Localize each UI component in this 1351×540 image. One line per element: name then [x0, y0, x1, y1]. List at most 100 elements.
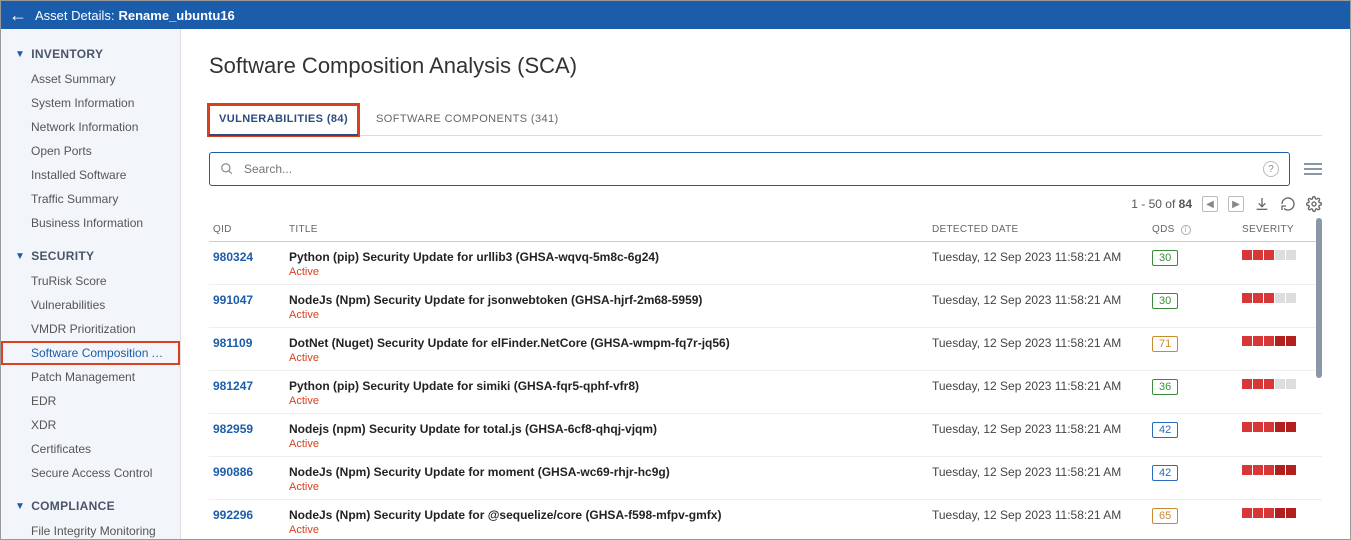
row-status: Active: [289, 395, 932, 407]
col-title[interactable]: TITLE: [289, 224, 932, 235]
severity-bars: [1242, 293, 1322, 303]
table-row[interactable]: 980324Python (pip) Security Update for u…: [209, 242, 1322, 285]
qds-badge: 42: [1152, 422, 1178, 438]
row-date: Tuesday, 12 Sep 2023 11:58:21 AM: [932, 508, 1152, 522]
row-title: NodeJs (Npm) Security Update for jsonweb…: [289, 293, 932, 321]
row-qds: 42: [1152, 465, 1242, 481]
sidebar-item[interactable]: Certificates: [1, 437, 180, 461]
header-bar: ← Asset Details: Rename_ubuntu16: [1, 1, 1350, 29]
sidebar-item[interactable]: Patch Management: [1, 365, 180, 389]
sidebar-item[interactable]: VMDR Prioritization: [1, 317, 180, 341]
col-date[interactable]: DETECTED DATE: [932, 224, 1152, 235]
info-icon[interactable]: i: [1181, 225, 1191, 235]
sidebar-item[interactable]: System Information: [1, 91, 180, 115]
page-title: Software Composition Analysis (SCA): [209, 53, 1322, 79]
toolbar: 1 - 50 of 84 ◀ ▶: [209, 196, 1322, 212]
scrollbar[interactable]: [1316, 218, 1322, 378]
sidebar-item[interactable]: Business Information: [1, 211, 180, 235]
main-content: Software Composition Analysis (SCA) VULN…: [181, 29, 1350, 539]
row-date: Tuesday, 12 Sep 2023 11:58:21 AM: [932, 336, 1152, 350]
hamburger-icon[interactable]: [1304, 162, 1322, 176]
sidebar-item[interactable]: Asset Summary: [1, 67, 180, 91]
sidebar: ▼INVENTORYAsset SummarySystem Informatio…: [1, 29, 181, 539]
chevron-down-icon: ▼: [15, 49, 25, 60]
row-title-text: NodeJs (Npm) Security Update for @sequel…: [289, 508, 932, 522]
row-title: DotNet (Nuget) Security Update for elFin…: [289, 336, 932, 364]
search-icon: [220, 162, 234, 176]
sidebar-item[interactable]: Software Composition Analy...: [1, 341, 180, 365]
sidebar-item[interactable]: Traffic Summary: [1, 187, 180, 211]
sidebar-item[interactable]: File Integrity Monitoring: [1, 519, 180, 539]
table-row[interactable]: 982959Nodejs (npm) Security Update for t…: [209, 414, 1322, 457]
row-status: Active: [289, 266, 932, 278]
row-qds: 30: [1152, 250, 1242, 266]
severity-bars: [1242, 465, 1322, 475]
qid-link[interactable]: 992296: [209, 508, 289, 522]
table-row[interactable]: 981247Python (pip) Security Update for s…: [209, 371, 1322, 414]
row-date: Tuesday, 12 Sep 2023 11:58:21 AM: [932, 379, 1152, 393]
row-title: NodeJs (Npm) Security Update for moment …: [289, 465, 932, 493]
qds-badge: 42: [1152, 465, 1178, 481]
sidebar-section-security[interactable]: ▼SECURITY: [1, 243, 180, 269]
row-qds: 42: [1152, 422, 1242, 438]
qid-link[interactable]: 990886: [209, 465, 289, 479]
col-qid[interactable]: QID: [209, 224, 289, 235]
table-row[interactable]: 991047NodeJs (Npm) Security Update for j…: [209, 285, 1322, 328]
qds-badge: 71: [1152, 336, 1178, 352]
tab[interactable]: VULNERABILITIES (84): [209, 105, 358, 135]
sidebar-item[interactable]: EDR: [1, 389, 180, 413]
qid-link[interactable]: 991047: [209, 293, 289, 307]
col-severity[interactable]: SEVERITY: [1242, 224, 1322, 235]
header-label: Asset Details:: [35, 8, 114, 23]
severity-bars: [1242, 422, 1322, 432]
sidebar-section-inventory[interactable]: ▼INVENTORY: [1, 41, 180, 67]
row-title-text: Nodejs (npm) Security Update for total.j…: [289, 422, 932, 436]
severity-bars: [1242, 250, 1322, 260]
table-header: QID TITLE DETECTED DATE QDSi SEVERITY: [209, 218, 1322, 242]
search-input[interactable]: [244, 162, 1253, 176]
row-title-text: DotNet (Nuget) Security Update for elFin…: [289, 336, 932, 350]
table-row[interactable]: 981109DotNet (Nuget) Security Update for…: [209, 328, 1322, 371]
row-qds: 71: [1152, 336, 1242, 352]
sidebar-item[interactable]: XDR: [1, 413, 180, 437]
table-row[interactable]: 990886NodeJs (Npm) Security Update for m…: [209, 457, 1322, 500]
back-arrow-icon[interactable]: ←: [9, 5, 27, 26]
pager-text: 1 - 50 of 84: [1131, 197, 1192, 211]
pager-next-icon[interactable]: ▶: [1228, 196, 1244, 212]
sidebar-item[interactable]: Open Ports: [1, 139, 180, 163]
row-qds: 30: [1152, 293, 1242, 309]
row-severity: [1242, 379, 1322, 389]
row-title-text: Python (pip) Security Update for simiki …: [289, 379, 932, 393]
qds-badge: 30: [1152, 293, 1178, 309]
row-qds: 65: [1152, 508, 1242, 524]
row-title: Nodejs (npm) Security Update for total.j…: [289, 422, 932, 450]
sidebar-section-compliance[interactable]: ▼COMPLIANCE: [1, 493, 180, 519]
row-date: Tuesday, 12 Sep 2023 11:58:21 AM: [932, 293, 1152, 307]
refresh-icon[interactable]: [1280, 196, 1296, 212]
tab[interactable]: SOFTWARE COMPONENTS (341): [366, 105, 569, 135]
qid-link[interactable]: 981109: [209, 336, 289, 350]
help-icon[interactable]: ?: [1263, 161, 1279, 177]
row-status: Active: [289, 438, 932, 450]
qid-link[interactable]: 981247: [209, 379, 289, 393]
sidebar-item[interactable]: Vulnerabilities: [1, 293, 180, 317]
gear-icon[interactable]: [1306, 196, 1322, 212]
sidebar-item[interactable]: Secure Access Control: [1, 461, 180, 485]
download-icon[interactable]: [1254, 196, 1270, 212]
row-title: Python (pip) Security Update for urllib3…: [289, 250, 932, 278]
qid-link[interactable]: 982959: [209, 422, 289, 436]
row-status: Active: [289, 524, 932, 536]
row-status: Active: [289, 481, 932, 493]
sidebar-section-label: COMPLIANCE: [31, 499, 115, 513]
qid-link[interactable]: 980324: [209, 250, 289, 264]
sidebar-section-label: SECURITY: [31, 249, 94, 263]
row-title-text: NodeJs (Npm) Security Update for jsonweb…: [289, 293, 932, 307]
col-qds[interactable]: QDSi: [1152, 224, 1242, 235]
sidebar-item[interactable]: Installed Software: [1, 163, 180, 187]
sidebar-item[interactable]: Network Information: [1, 115, 180, 139]
sidebar-item[interactable]: TruRisk Score: [1, 269, 180, 293]
search-box[interactable]: ?: [209, 152, 1290, 186]
tabs: VULNERABILITIES (84) SOFTWARE COMPONENTS …: [209, 105, 1322, 136]
table-row[interactable]: 992296NodeJs (Npm) Security Update for @…: [209, 500, 1322, 539]
pager-prev-icon[interactable]: ◀: [1202, 196, 1218, 212]
